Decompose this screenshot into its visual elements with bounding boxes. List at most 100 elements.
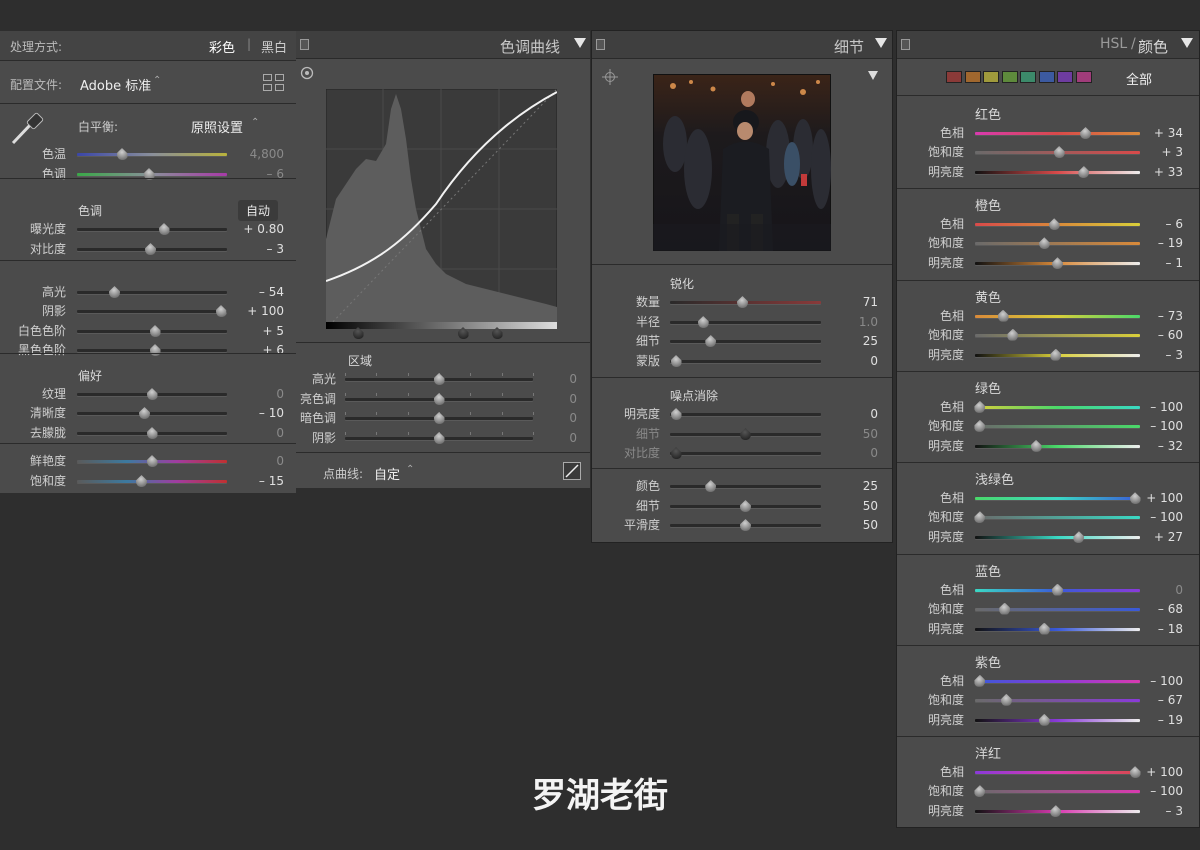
preview-toggle-icon[interactable]: [868, 71, 878, 80]
hsl-5-sat-value[interactable]: – 100: [1123, 507, 1183, 527]
region-darks-slider-thumb[interactable]: [434, 412, 445, 424]
basic-dehaze-value[interactable]: 0: [224, 423, 284, 443]
hsl-2-hue-slider-thumb[interactable]: [1049, 218, 1060, 230]
detail-detail-slider-thumb[interactable]: [705, 335, 716, 347]
detail-masking-value[interactable]: 0: [818, 351, 878, 371]
hsl-1-sat-slider-thumb[interactable]: [1054, 146, 1065, 158]
detail-lum-slider-thumb[interactable]: [671, 408, 682, 420]
basic-clarity-slider[interactable]: [77, 412, 227, 415]
hsl-4-sat-value[interactable]: – 100: [1123, 416, 1183, 436]
detail-lum-detail-slider-thumb[interactable]: [740, 428, 751, 440]
hsl-1-hue-slider[interactable]: [975, 132, 1140, 135]
detail-masking-slider-thumb[interactable]: [671, 355, 682, 367]
hsl-5-lum-value[interactable]: + 27: [1123, 527, 1183, 547]
hsl-4-hue-slider[interactable]: [975, 405, 1140, 409]
hsl-2-hue-slider[interactable]: [975, 223, 1140, 227]
detail-lum-contrast-slider-thumb[interactable]: [671, 447, 682, 459]
basic-temp-slider[interactable]: [77, 153, 227, 156]
hsl-2-sat-value[interactable]: – 19: [1123, 233, 1183, 253]
hsl-5-lum-slider-thumb[interactable]: [1073, 531, 1084, 543]
basic-blacks-slider[interactable]: [77, 349, 227, 352]
hsl-color-chip-8[interactable]: [1075, 71, 1092, 83]
detail-color-detail-slider[interactable]: [670, 505, 821, 508]
hsl-2-hue-value[interactable]: – 6: [1123, 214, 1183, 234]
basic-whites-value[interactable]: + 5: [224, 321, 284, 341]
detail-amount-slider[interactable]: [670, 301, 821, 304]
basic-vibrance-slider[interactable]: [77, 460, 227, 463]
hsl-5-sat-slider[interactable]: [975, 516, 1140, 520]
detail-lum-contrast-value[interactable]: 0: [818, 443, 878, 463]
region-darks-value[interactable]: 0: [517, 408, 577, 428]
detail-color-detail-value[interactable]: 50: [818, 496, 878, 516]
curve-split-handle-3[interactable]: [492, 327, 503, 339]
region-darks-slider[interactable]: [345, 412, 534, 420]
basic-exposure-slider[interactable]: [77, 228, 227, 231]
hsl-2-sat-slider-thumb[interactable]: [1039, 237, 1050, 249]
detail-amount-slider-thumb[interactable]: [737, 296, 748, 308]
hsl-3-hue-value[interactable]: – 73: [1123, 306, 1183, 326]
hsl-7-hue-slider[interactable]: [975, 679, 1140, 683]
basic-whites-slider-thumb[interactable]: [150, 325, 161, 337]
hsl-7-hue-value[interactable]: – 100: [1123, 671, 1183, 691]
detail-color-slider-thumb[interactable]: [705, 480, 716, 492]
eyedropper-icon[interactable]: [8, 111, 48, 147]
wb-select[interactable]: 原照设置: [191, 117, 243, 136]
detail-detail-slider[interactable]: [670, 340, 821, 343]
hsl-1-lum-value[interactable]: + 33: [1123, 162, 1183, 182]
hsl-7-lum-value[interactable]: – 19: [1123, 710, 1183, 730]
hsl-3-hue-slider-thumb[interactable]: [998, 310, 1009, 322]
basic-dehaze-slider-thumb[interactable]: [147, 427, 158, 439]
region-shadows-slider-thumb[interactable]: [434, 432, 445, 444]
hsl-1-sat-slider[interactable]: [975, 151, 1140, 154]
crosshair-icon[interactable]: [602, 69, 618, 85]
basic-tint-slider[interactable]: [77, 173, 227, 176]
basic-shadows-slider[interactable]: [77, 310, 227, 313]
collapse-triangle-icon[interactable]: [1181, 38, 1193, 48]
hsl-6-hue-value[interactable]: 0: [1123, 580, 1183, 600]
basic-clarity-slider-thumb[interactable]: [139, 407, 150, 419]
detail-smooth-slider-thumb[interactable]: [740, 519, 751, 531]
hsl-5-sat-slider-thumb[interactable]: [974, 511, 985, 523]
panel-toggle-icon[interactable]: [300, 39, 309, 50]
region-highlights-slider[interactable]: [345, 373, 534, 381]
region-shadows-slider[interactable]: [345, 432, 534, 440]
hsl-color-chip-1[interactable]: [946, 71, 962, 83]
panel-toggle-icon[interactable]: [596, 39, 605, 50]
detail-radius-slider-thumb[interactable]: [698, 316, 709, 328]
detail-radius-value[interactable]: 1.0: [818, 312, 878, 332]
hsl-6-sat-slider-thumb[interactable]: [999, 603, 1010, 615]
basic-saturation-slider[interactable]: [77, 480, 227, 483]
hsl-5-hue-slider[interactable]: [975, 497, 1140, 501]
treatment-bw-button[interactable]: 黑白: [261, 37, 287, 56]
region-shadows-value[interactable]: 0: [517, 428, 577, 448]
detail-radius-slider[interactable]: [670, 321, 821, 324]
hsl-6-lum-slider[interactable]: [975, 627, 1140, 631]
curve-split-handle-2[interactable]: [458, 327, 469, 339]
detail-lum-detail-slider[interactable]: [670, 433, 821, 436]
profile-browser-grid-icon[interactable]: [263, 74, 285, 92]
tone-curve-graph[interactable]: [326, 89, 557, 329]
detail-smooth-slider[interactable]: [670, 524, 821, 527]
detail-detail-value[interactable]: 25: [818, 331, 878, 351]
basic-saturation-value[interactable]: – 15: [224, 471, 284, 491]
point-curve-select[interactable]: 自定: [374, 464, 400, 483]
curve-split-handle-1[interactable]: [353, 327, 364, 339]
detail-amount-value[interactable]: 71: [818, 292, 878, 312]
region-highlights-slider-thumb[interactable]: [434, 373, 445, 385]
hsl-4-lum-value[interactable]: – 32: [1123, 436, 1183, 456]
basic-exposure-value[interactable]: + 0.80: [224, 219, 284, 239]
hsl-7-lum-slider-thumb[interactable]: [1039, 714, 1050, 726]
target-adjust-icon[interactable]: [300, 66, 314, 80]
hsl-color-chip-6[interactable]: [1038, 71, 1055, 83]
basic-clarity-value[interactable]: – 10: [224, 403, 284, 423]
hsl-3-lum-slider[interactable]: [975, 353, 1140, 357]
basic-contrast-slider-thumb[interactable]: [145, 243, 156, 255]
hsl-4-sat-slider-thumb[interactable]: [974, 420, 985, 432]
hsl-3-hue-slider[interactable]: [975, 314, 1140, 318]
hsl-1-lum-slider[interactable]: [975, 171, 1140, 174]
detail-lum-value[interactable]: 0: [818, 404, 878, 424]
hsl-3-sat-value[interactable]: – 60: [1123, 325, 1183, 345]
region-highlights-value[interactable]: 0: [517, 369, 577, 389]
hsl-1-hue-slider-thumb[interactable]: [1080, 127, 1091, 139]
basic-texture-slider-thumb[interactable]: [147, 388, 158, 400]
